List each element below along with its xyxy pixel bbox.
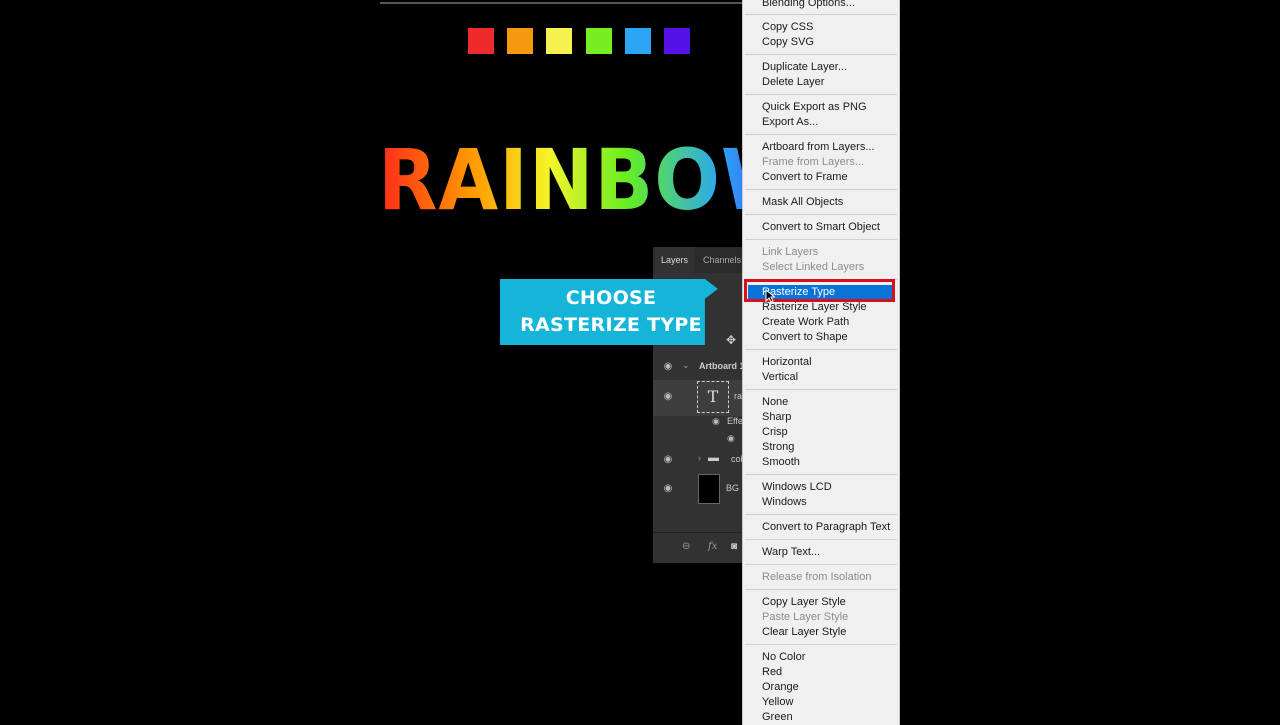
menu-separator (745, 349, 897, 350)
callout-banner: CHOOSE RASTERIZE TYPE (500, 279, 718, 345)
menu-item-copy-css[interactable]: Copy CSS (762, 20, 813, 35)
link-icon[interactable]: ⊖ (682, 541, 690, 552)
menu-item-orange[interactable]: Orange (762, 680, 799, 695)
mouse-cursor-icon (765, 289, 775, 303)
menu-separator (745, 14, 897, 15)
text-layer-thumbnail: T (697, 381, 729, 413)
chevron-down-icon[interactable]: ⌄ (682, 360, 690, 371)
menu-item-vertical[interactable]: Vertical (762, 370, 798, 385)
layer-name-text: ra (734, 391, 743, 401)
bg-layer-thumbnail (698, 474, 720, 504)
layer-name-bg: BG (726, 483, 740, 493)
swatch-green (586, 28, 612, 54)
menu-item-select-linked-layers: Select Linked Layers (762, 261, 865, 273)
menu-separator (745, 589, 897, 590)
mask-icon[interactable]: ◙ (731, 541, 737, 552)
swatch-red (468, 28, 494, 54)
swatch-orange (507, 28, 533, 54)
menu-item-convert-to-frame[interactable]: Convert to Frame (762, 170, 848, 185)
callout-line-1: CHOOSE (565, 287, 657, 309)
menu-item-warp-text[interactable]: Warp Text... (762, 545, 820, 560)
chevron-right-icon[interactable]: › (698, 453, 701, 463)
eye-icon[interactable]: ◉ (727, 433, 735, 444)
layer-row-group[interactable]: ◉ › ▬ col (653, 445, 745, 475)
layer-row-artboard[interactable]: ◉ ⌄ Artboard 1 (653, 352, 745, 382)
effects-label: Effe (727, 416, 743, 426)
menu-item-release-isolation: Release from Isolation (762, 571, 872, 583)
menu-item-clear-layer-style[interactable]: Clear Layer Style (762, 625, 846, 640)
callout-line-2: RASTERIZE TYPE (520, 314, 702, 336)
menu-separator (745, 214, 897, 215)
menu-separator (745, 539, 897, 540)
eye-icon[interactable]: ◉ (712, 416, 720, 427)
layers-tabbar: Layers Channels (653, 247, 745, 273)
layers-panel-footer: ⊖ fx ◙ (653, 532, 745, 563)
tab-channels[interactable]: Channels (697, 247, 745, 273)
menu-item-delete-layer[interactable]: Delete Layer (762, 75, 824, 90)
menu-separator (745, 564, 897, 565)
menu-item-convert-smart-object[interactable]: Convert to Smart Object (762, 220, 880, 235)
menu-item-quick-export-png[interactable]: Quick Export as PNG (762, 100, 867, 115)
layer-name-artboard: Artboard 1 (699, 361, 745, 371)
menu-separator (745, 134, 897, 135)
menu-item-red[interactable]: Red (762, 665, 782, 680)
menu-item-no-color[interactable]: No Color (762, 650, 805, 665)
menu-item-duplicate-layer[interactable]: Duplicate Layer... (762, 60, 847, 75)
menu-item-copy-svg[interactable]: Copy SVG (762, 35, 814, 50)
menu-item-windows-lcd[interactable]: Windows LCD (762, 480, 832, 495)
swatch-blue (625, 28, 651, 54)
eye-icon[interactable]: ◉ (662, 361, 674, 373)
tab-layers[interactable]: Layers (655, 247, 695, 273)
layer-name-group: col (731, 454, 743, 464)
menu-separator (745, 389, 897, 390)
menu-item-link-layers: Link Layers (762, 246, 819, 258)
menu-item-windows[interactable]: Windows (762, 495, 807, 510)
menu-item-convert-to-shape[interactable]: Convert to Shape (762, 330, 848, 345)
menu-separator (745, 54, 897, 55)
context-menu: Blending Options... Copy CSS Copy SVG Du… (742, 0, 900, 725)
menu-item-export-as[interactable]: Export As... (762, 115, 818, 130)
menu-item-mask-all-objects[interactable]: Mask All Objects (762, 195, 843, 210)
menu-separator (745, 474, 897, 475)
menu-separator (745, 94, 897, 95)
menu-item-aa-sharp[interactable]: Sharp (762, 410, 791, 425)
menu-item-horizontal[interactable]: Horizontal (762, 355, 812, 370)
move-icon[interactable]: ✥ (726, 333, 736, 347)
menu-item-aa-none[interactable]: None (762, 395, 788, 410)
menu-item-create-work-path[interactable]: Create Work Path (762, 315, 849, 330)
menu-item-rasterize-layer-style[interactable]: Rasterize Layer Style (762, 300, 867, 315)
menu-separator (745, 239, 897, 240)
menu-item-aa-smooth[interactable]: Smooth (762, 455, 800, 470)
menu-separator (745, 644, 897, 645)
menu-item-frame-from-layers: Frame from Layers... (762, 156, 865, 168)
menu-item-blending-options[interactable]: Blending Options... (762, 0, 855, 11)
menu-item-green[interactable]: Green (762, 710, 793, 725)
menu-separator (745, 514, 897, 515)
menu-item-copy-layer-style[interactable]: Copy Layer Style (762, 595, 846, 610)
menu-item-artboard-from-layers[interactable]: Artboard from Layers... (762, 140, 875, 155)
eye-icon[interactable]: ◉ (662, 454, 674, 466)
menu-item-aa-strong[interactable]: Strong (762, 440, 794, 455)
menu-item-aa-crisp[interactable]: Crisp (762, 425, 788, 440)
eye-icon[interactable]: ◉ (662, 391, 674, 403)
swatch-yellow (546, 28, 572, 54)
folder-icon: ▬ (708, 452, 719, 464)
swatch-purple (664, 28, 690, 54)
canvas-top-rule (380, 2, 745, 4)
fx-icon[interactable]: fx (708, 541, 717, 552)
menu-item-paste-layer-style: Paste Layer Style (762, 611, 849, 623)
menu-item-yellow[interactable]: Yellow (762, 695, 793, 710)
menu-item-convert-paragraph-text[interactable]: Convert to Paragraph Text (762, 520, 890, 535)
menu-separator (745, 189, 897, 190)
eye-icon[interactable]: ◉ (662, 483, 674, 495)
